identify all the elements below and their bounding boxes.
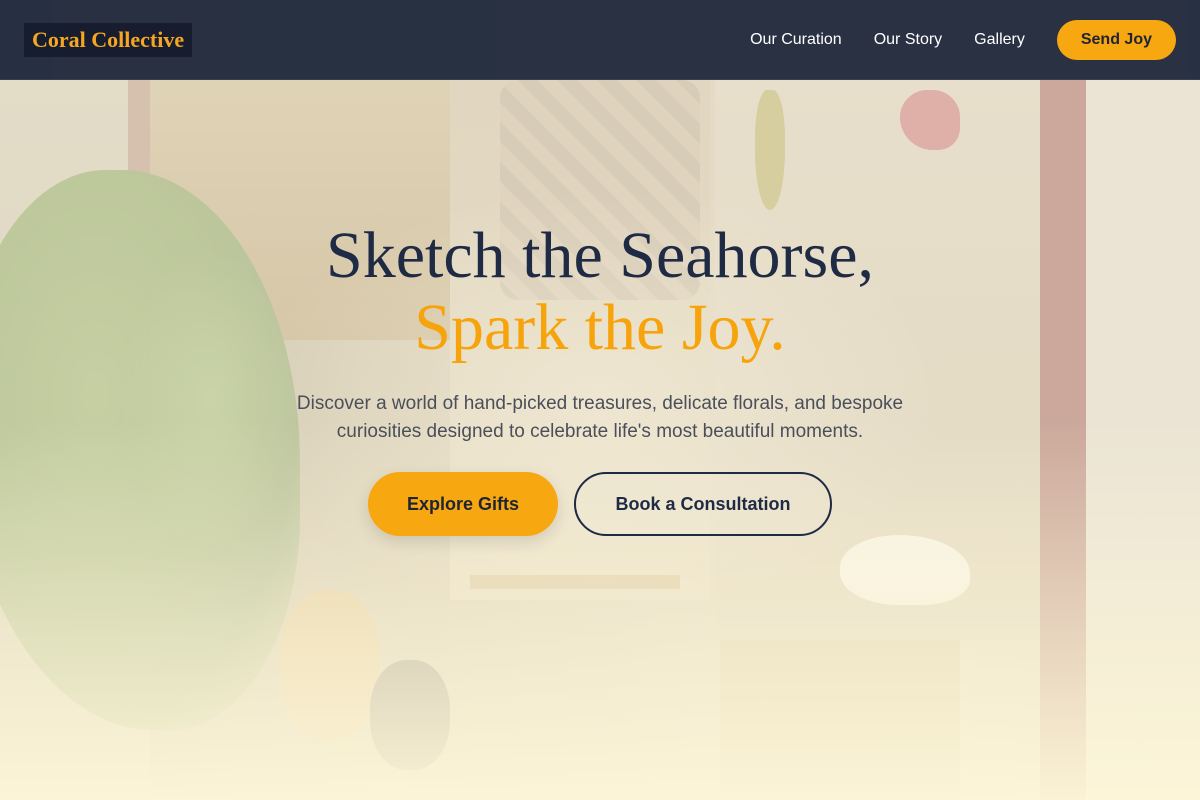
headline-line-1: Sketch the Seahorse, <box>325 219 874 292</box>
nav-link-our-story[interactable]: Our Story <box>874 31 942 49</box>
hero-section: Sketch the Seahorse, Spark the Joy. Disc… <box>0 220 1200 536</box>
nav-links: Our Curation Our Story Gallery Send Joy <box>750 19 1176 60</box>
navbar: Coral Collective Our Curation Our Story … <box>0 0 1200 80</box>
hero-subtext: Discover a world of hand-picked treasure… <box>296 393 904 442</box>
book-consultation-button[interactable]: Book a Consultation <box>574 472 832 536</box>
hero-buttons: Explore Gifts Book a Consultation <box>0 472 1200 536</box>
send-joy-button[interactable]: Send Joy <box>1056 19 1176 60</box>
explore-gifts-button[interactable]: Explore Gifts <box>368 472 558 536</box>
headline-line-2: Spark the Joy. <box>414 291 786 364</box>
nav-link-gallery[interactable]: Gallery <box>974 31 1025 49</box>
nav-link-our-curation[interactable]: Our Curation <box>750 31 842 49</box>
hero-headline: Sketch the Seahorse, Spark the Joy. <box>0 220 1200 364</box>
brand-logo[interactable]: Coral Collective <box>24 22 193 57</box>
